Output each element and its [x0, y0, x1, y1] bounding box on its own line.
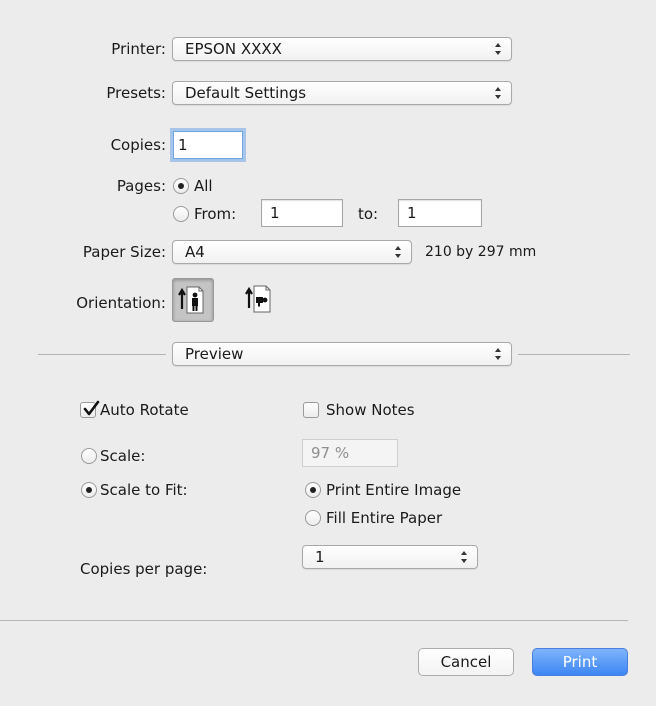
updown-arrows-icon — [395, 246, 401, 258]
pages-from-label: From: — [194, 205, 237, 223]
print-button[interactable]: Print — [532, 648, 628, 676]
scale-label: Scale: — [100, 447, 146, 465]
portrait-orientation-icon — [178, 286, 204, 314]
updown-arrows-icon — [461, 551, 467, 563]
pages-to-field[interactable]: 1 — [398, 199, 482, 227]
pages-to-label: to: — [358, 205, 379, 223]
presets-label: Presets: — [106, 84, 166, 102]
scale-radio[interactable] — [81, 448, 97, 464]
scale-field[interactable]: 97 % — [302, 439, 398, 467]
updown-arrows-icon — [495, 87, 501, 99]
updown-arrows-icon — [495, 43, 501, 55]
show-notes-checkbox[interactable] — [303, 402, 319, 418]
checkmark-icon — [83, 400, 100, 416]
section-divider-right — [518, 354, 630, 355]
pages-to-value: 1 — [407, 204, 417, 222]
bottom-divider — [0, 620, 628, 621]
printer-label: Printer: — [111, 40, 166, 58]
scale-to-fit-radio[interactable] — [81, 482, 97, 498]
copies-per-page-value: 1 — [315, 548, 325, 566]
paper-size-dimensions: 210 by 297 mm — [425, 244, 537, 260]
copies-value: 1 — [178, 136, 188, 154]
copies-label: Copies: — [110, 136, 166, 154]
presets-popup[interactable]: Default Settings — [172, 81, 512, 105]
print-entire-image-label: Print Entire Image — [326, 481, 462, 499]
show-notes-label: Show Notes — [326, 401, 415, 419]
pages-all-label: All — [194, 177, 213, 195]
auto-rotate-label: Auto Rotate — [100, 401, 189, 419]
printer-value: EPSON XXXX — [185, 40, 282, 58]
section-value: Preview — [185, 345, 244, 363]
pages-from-radio[interactable] — [173, 206, 189, 222]
scale-to-fit-label: Scale to Fit: — [100, 481, 188, 499]
paper-size-label: Paper Size: — [82, 243, 166, 261]
updown-arrows-icon — [495, 348, 501, 360]
fill-entire-paper-radio[interactable] — [305, 510, 321, 526]
presets-value: Default Settings — [185, 84, 307, 102]
copies-field[interactable]: 1 — [173, 131, 243, 159]
paper-size-popup[interactable]: A4 — [172, 240, 412, 264]
print-dialog: Printer: EPSON XXXX Presets: Default Set… — [0, 0, 656, 706]
fill-entire-paper-label: Fill Entire Paper — [326, 509, 443, 527]
printer-popup[interactable]: EPSON XXXX — [172, 37, 512, 61]
portrait-orientation-button[interactable] — [172, 278, 214, 322]
paper-size-value: A4 — [185, 243, 205, 261]
copies-per-page-label: Copies per page: — [80, 560, 208, 578]
section-popup[interactable]: Preview — [172, 342, 512, 366]
pages-label: Pages: — [116, 177, 166, 195]
pages-all-radio[interactable] — [173, 178, 189, 194]
cancel-button[interactable]: Cancel — [418, 648, 514, 676]
print-entire-image-radio[interactable] — [305, 482, 321, 498]
pages-from-field[interactable]: 1 — [261, 199, 343, 227]
orientation-label: Orientation: — [76, 294, 166, 312]
landscape-orientation-button[interactable] — [240, 278, 282, 322]
scale-value: 97 % — [311, 444, 350, 462]
section-divider-left — [38, 354, 166, 355]
landscape-orientation-icon — [245, 285, 271, 313]
pages-from-value: 1 — [270, 204, 280, 222]
auto-rotate-checkbox[interactable] — [80, 400, 100, 418]
copies-per-page-popup[interactable]: 1 — [302, 545, 478, 569]
